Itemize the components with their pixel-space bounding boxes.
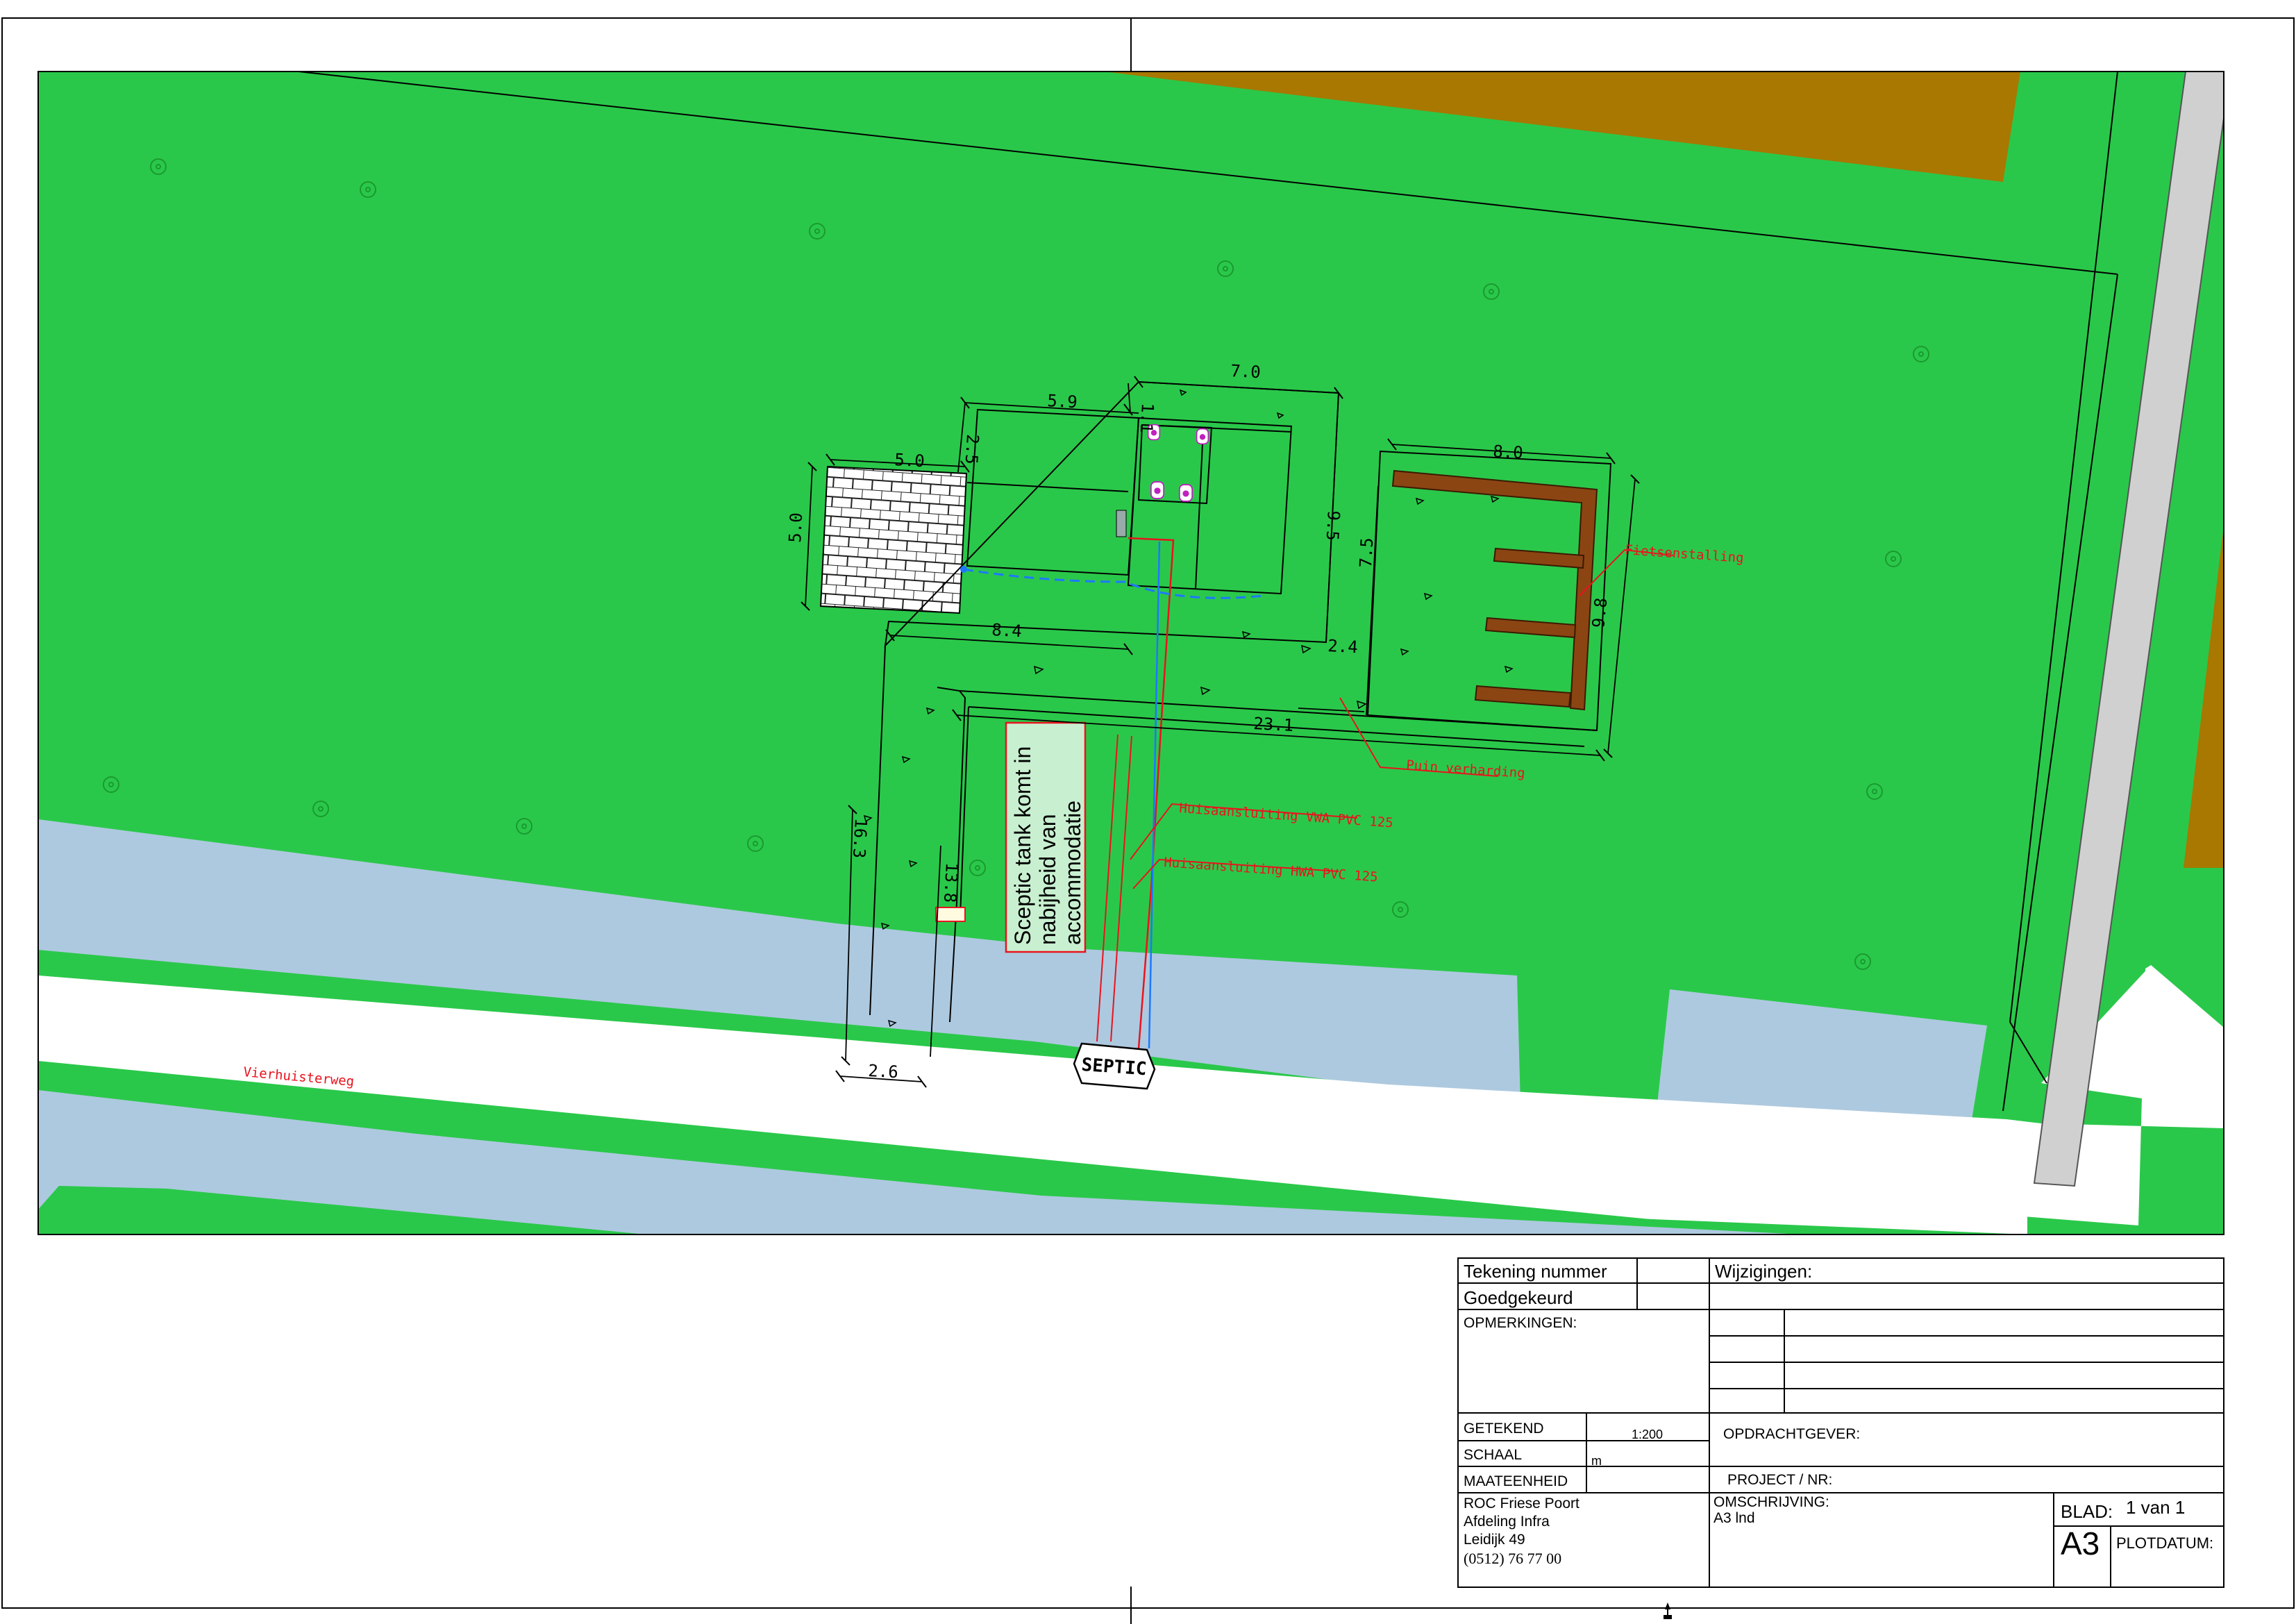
dim-2-6: 2.6 [868, 1061, 899, 1082]
label-schaal: SCHAAL [1464, 1447, 1523, 1463]
label-tekening-nummer: Tekening nummer [1464, 1261, 1607, 1282]
label-opdrachtgever: OPDRACHTGEVER: [1723, 1426, 1861, 1442]
toilet-icon [1178, 484, 1193, 502]
site-plan-drawing: SEPTIC 7.0 5.9 1.1 2.5 5.0 5.0 9.5 8.4 8… [1, 17, 2295, 1624]
paving-area [819, 465, 968, 614]
label-wijzigingen: Wijzigingen: [1715, 1261, 1813, 1282]
company-dept: Afdeling Infra [1464, 1514, 1550, 1530]
company-phone: (0512) 76 77 00 [1464, 1550, 1562, 1567]
label-goedgekeurd: Goedgekeurd [1464, 1287, 1573, 1308]
omschrijving-value: A3 lnd [1713, 1510, 1755, 1526]
maateenheid-value: m [1591, 1454, 1602, 1468]
north-arrow-icon [1664, 1602, 1672, 1619]
sheet-format: A3 [2061, 1525, 2100, 1562]
dim-23-1: 23.1 [1253, 714, 1294, 735]
label-project: PROJECT / NR: [1727, 1472, 1833, 1488]
company-name: ROC Friese Poort [1464, 1496, 1579, 1512]
dim-7-0: 7.0 [1230, 361, 1262, 382]
dim-5-9: 5.9 [1047, 391, 1078, 412]
septic-note-text: Sceptic tank komt in nabijheid van accom… [1010, 746, 1085, 945]
label-blad: BLAD: [2061, 1501, 2113, 1522]
dim-1-1: 1.1 [1137, 403, 1157, 434]
label-getekend: GETEKEND [1464, 1421, 1544, 1437]
dim-9-8: 9.8 [1589, 597, 1611, 629]
company-address: Leidijk 49 [1464, 1532, 1525, 1548]
toilet-icon [1150, 481, 1165, 499]
building-hatch [1116, 510, 1127, 537]
dim-2-5: 2.5 [962, 434, 982, 465]
dim-9-5: 9.5 [1323, 510, 1343, 542]
dim-7-5: 7.5 [1356, 537, 1377, 569]
blad-value: 1 van 1 [2126, 1497, 2186, 1518]
septic-note: Sceptic tank komt in nabijheid van accom… [1006, 723, 1085, 952]
dim-5-0-side: 5.0 [785, 512, 806, 544]
label-plotdatum: PLOTDATUM: [2116, 1534, 2214, 1552]
dim-13-8: 13.8 [940, 862, 962, 903]
dim-5-0-top: 5.0 [894, 450, 925, 471]
pipe-node [960, 566, 967, 573]
dim-8-4: 8.4 [991, 620, 1023, 641]
dim-2-4: 2.4 [1327, 636, 1359, 657]
inspection-box [935, 907, 966, 922]
label-opmerkingen: OPMERKINGEN: [1464, 1315, 1577, 1331]
dim-8-0: 8.0 [1493, 442, 1524, 462]
label-omschrijving: OMSCHRIJVING: [1713, 1494, 1829, 1510]
dim-16-3: 16.3 [849, 818, 871, 859]
label-maateenheid: MAATEENHEID [1464, 1473, 1568, 1489]
schaal-value: 1:200 [1632, 1428, 1664, 1441]
toilet-icon [1196, 428, 1209, 445]
